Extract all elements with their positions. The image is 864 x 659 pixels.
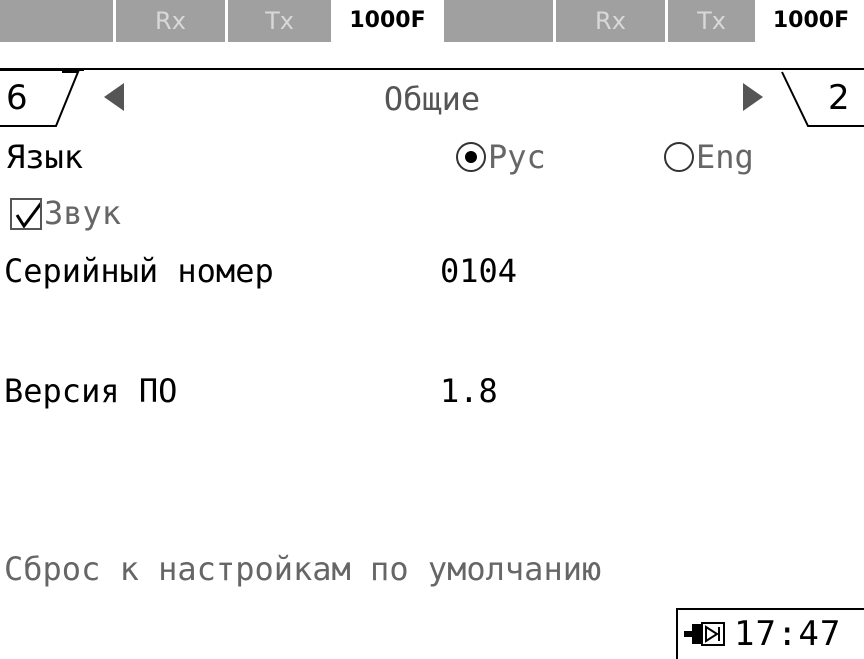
language-option-eng-label[interactable]: Eng [696, 138, 754, 176]
page-title: Общие [383, 80, 481, 118]
port2-rx-indicator: Rx [556, 0, 668, 42]
port2-speed-label: 1000F [758, 0, 864, 42]
language-label: Язык [6, 138, 84, 176]
serial-value: 0104 [440, 252, 518, 290]
checkbox-checked-icon[interactable] [10, 198, 42, 230]
radio-unselected-icon[interactable] [664, 142, 694, 172]
port1-indicator [0, 0, 116, 42]
port1-speed-label: 1000F [334, 0, 444, 42]
port2-tx-indicator: Tx [668, 0, 758, 42]
version-label: Версия ПО [4, 372, 178, 410]
port1-tx-indicator: Tx [228, 0, 334, 42]
power-plug-icon [684, 622, 725, 646]
status-bar: Rx Tx 1000F Rx Tx 1000F [0, 0, 864, 44]
version-value: 1.8 [440, 372, 498, 410]
port1-rx-indicator: Rx [116, 0, 228, 42]
radio-selected-icon[interactable] [456, 142, 486, 172]
sound-label[interactable]: Звук [44, 194, 121, 232]
port2-indicator [444, 0, 556, 42]
clock-panel: 17:47 [676, 608, 864, 659]
header-divider [0, 68, 864, 70]
device-screen: Rx Tx 1000F Rx Tx 1000F 6 2 Общие Язык Р… [0, 0, 864, 659]
serial-label: Серийный номер [4, 252, 274, 290]
language-option-rus-label[interactable]: Рус [488, 138, 546, 176]
reset-defaults-button[interactable]: Сброс к настройкам по умолчанию [4, 550, 601, 588]
clock-time: 17:47 [734, 614, 842, 654]
